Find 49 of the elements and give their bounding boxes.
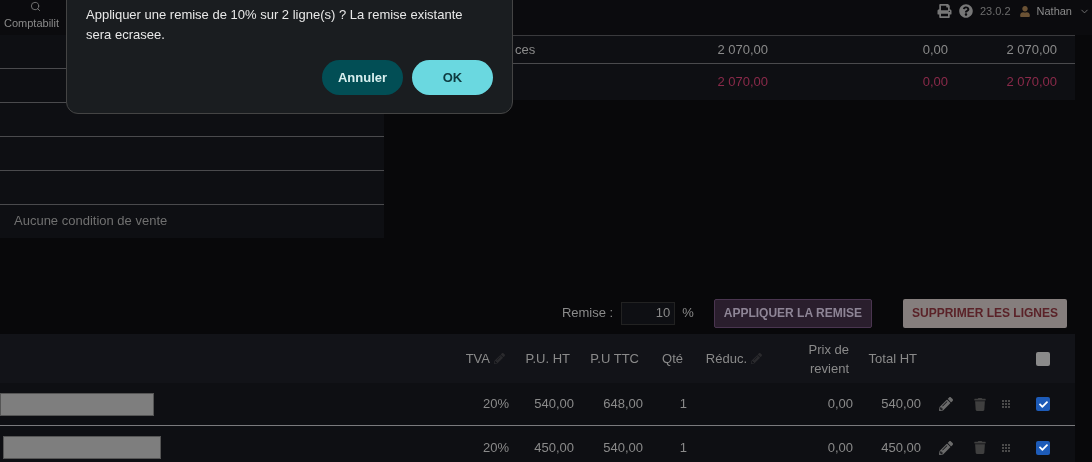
help-icon[interactable]	[958, 4, 973, 19]
column-header: Qté	[662, 350, 683, 368]
column-header: Total HT	[868, 350, 917, 368]
user-icon	[1019, 5, 1030, 17]
table-cell: 450,00	[881, 439, 921, 455]
table-cell: 450,00	[534, 439, 574, 455]
row-checkbox[interactable]	[1036, 440, 1050, 455]
drag-handle-icon[interactable]	[1002, 443, 1010, 452]
table-cell: 0,00	[827, 439, 853, 455]
edit-icon[interactable]	[939, 440, 953, 455]
totals-value: 2 070,00	[717, 41, 768, 57]
delete-lines-button[interactable]: SUPPRIMER LES LIGNES	[902, 298, 1067, 328]
totals-value: 2 070,00	[1006, 74, 1057, 90]
empty-conditions-text: Aucune condition de vente	[14, 211, 168, 230]
version-label: 23.0.2	[979, 4, 1011, 19]
menu-item[interactable]: Comptabilit	[4, 15, 60, 32]
table-cell: 540,00	[534, 396, 574, 412]
table-cell: 1	[679, 439, 687, 455]
column-header: Prix de revient	[807, 340, 849, 378]
cancel-button[interactable]: Annuler	[322, 60, 403, 95]
column-header: Réduc.	[705, 350, 747, 368]
totals-value: 0,00	[922, 74, 948, 90]
drag-handle-icon[interactable]	[1002, 400, 1010, 408]
table-cell: 648,00	[603, 396, 643, 412]
percent-unit: %	[682, 304, 694, 323]
select-all-checkbox[interactable]	[1036, 351, 1050, 366]
table-cell: 540,00	[881, 396, 921, 412]
table-cell: 0,00	[827, 396, 853, 412]
table-cell: 20%	[482, 439, 509, 455]
dialog-message: Appliquer une remise de 10% sur 2 ligne(s) ? La remise existante sera ecrasee.	[86, 6, 464, 44]
user-name[interactable]: Nathan	[1036, 3, 1072, 20]
totals-value: 2 070,00	[1006, 41, 1057, 57]
print-icon[interactable]	[936, 4, 952, 19]
table-cell: 20%	[482, 396, 509, 412]
totals-value: 2 070,00	[717, 74, 768, 90]
table-cell: 1	[679, 396, 687, 412]
ok-button[interactable]: OK	[412, 60, 493, 95]
row-checkbox[interactable]	[1036, 397, 1050, 411]
table-cell: 540,00	[603, 439, 643, 455]
discount-label: Remise :	[561, 304, 614, 323]
column-header: P.U. HT	[525, 350, 570, 368]
column-header: P.U TTC	[590, 350, 639, 368]
totals-value: 0,00	[922, 41, 948, 57]
discount-input[interactable]: 10	[621, 301, 676, 325]
apply-discount-button[interactable]: APPLIQUER LA REMISE	[713, 298, 872, 328]
search-icon[interactable]	[30, 1, 41, 12]
totals-label: ces	[515, 41, 536, 57]
column-header: TVA	[465, 350, 490, 368]
edit-icon[interactable]	[939, 397, 953, 411]
